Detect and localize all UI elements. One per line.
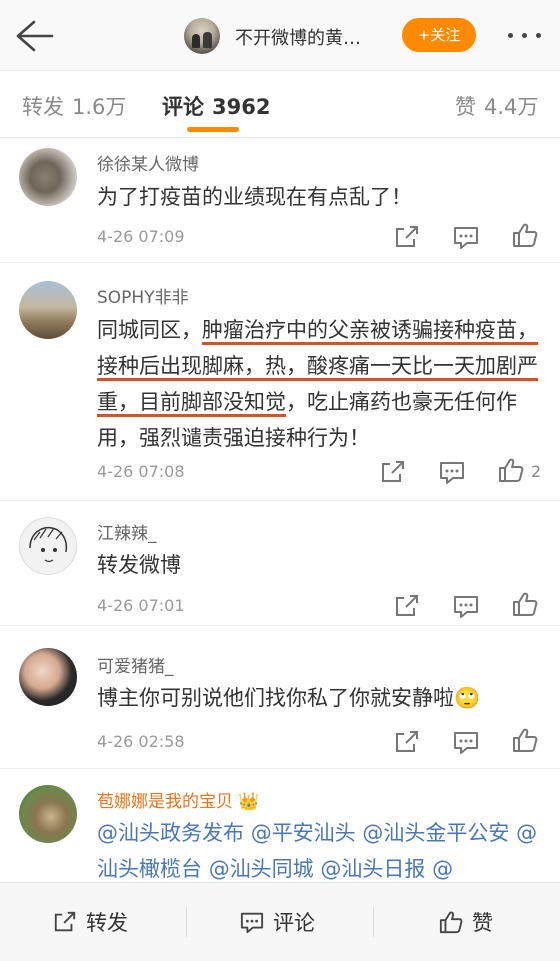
comment-username[interactable]: 江辣辣_ bbox=[97, 519, 157, 544]
share-icon[interactable] bbox=[393, 593, 421, 619]
comment-label: 评论 bbox=[273, 911, 315, 935]
comment-text-part: 同城同区， bbox=[97, 318, 202, 342]
comment-item: 江辣辣_ 转发微博 4-26 07:01 bbox=[0, 501, 560, 626]
tab-likes[interactable]: 赞 4.4万 bbox=[455, 91, 538, 121]
tab-bar: 转发 1.6万 评论 3962 赞 4.4万 bbox=[0, 71, 560, 138]
comment-time: 4-26 07:08 bbox=[97, 462, 185, 481]
comment-time: 4-26 07:09 bbox=[97, 227, 185, 246]
comment-button[interactable]: 评论 bbox=[239, 907, 315, 937]
tab-label: 赞 bbox=[455, 95, 476, 119]
comment-item: 苞娜娜是我的宝贝 👑 @汕头政务发布 @平安汕头 @汕头金平公安 @汕头橄榄台 … bbox=[0, 769, 560, 882]
comment-text-part: 博主你可别说他们找你私了你就安静啦 bbox=[97, 686, 454, 710]
active-tab-indicator bbox=[187, 127, 239, 132]
share-icon[interactable] bbox=[379, 459, 407, 485]
mention-link[interactable]: @汕头政务发布 bbox=[97, 821, 244, 845]
user-avatar[interactable] bbox=[19, 785, 77, 843]
repost-button[interactable]: 转发 bbox=[52, 907, 128, 937]
crown-icon: 👑 bbox=[238, 792, 260, 812]
mention-link[interactable]: @ bbox=[432, 857, 453, 881]
comment-username[interactable]: 可爱猪猪_ bbox=[97, 652, 174, 677]
mention-link[interactable]: @平安汕头 bbox=[251, 821, 356, 845]
tab-count: 4.4万 bbox=[484, 95, 539, 119]
mention-link[interactable]: @汕头日报 bbox=[320, 857, 425, 881]
tab-comments[interactable]: 评论 3962 bbox=[162, 91, 270, 121]
like-count: 2 bbox=[531, 462, 542, 481]
tab-count: 3962 bbox=[212, 95, 271, 119]
user-avatar[interactable] bbox=[19, 517, 77, 575]
user-avatar[interactable] bbox=[19, 281, 77, 339]
comment-time: 4-26 07:01 bbox=[97, 596, 185, 615]
thumbs-up-icon bbox=[439, 911, 463, 934]
back-arrow-icon[interactable] bbox=[12, 18, 56, 54]
like-icon[interactable] bbox=[497, 457, 525, 483]
reply-icon[interactable] bbox=[438, 459, 466, 485]
share-icon[interactable] bbox=[393, 729, 421, 755]
author-avatar[interactable] bbox=[184, 18, 220, 54]
divider bbox=[373, 907, 374, 937]
comment-text: 同城同区，肿瘤治疗中的父亲被诱骗接种疫苗，接种后出现脚麻，热，酸疼痛一天比一天加… bbox=[97, 312, 542, 456]
comment-username[interactable]: SOPHY非非 bbox=[97, 283, 189, 308]
like-label: 赞 bbox=[472, 911, 493, 935]
comment-item: SOPHY非非 同城同区，肿瘤治疗中的父亲被诱骗接种疫苗，接种后出现脚麻，热，酸… bbox=[0, 263, 560, 501]
reply-icon[interactable] bbox=[452, 593, 480, 619]
tab-label: 评论 bbox=[162, 95, 204, 119]
comment-text: 转发微博 bbox=[97, 553, 181, 577]
tab-count: 1.6万 bbox=[72, 95, 127, 119]
comment-time: 4-26 02:58 bbox=[97, 732, 185, 751]
user-avatar[interactable] bbox=[19, 148, 77, 206]
like-icon[interactable] bbox=[511, 727, 539, 753]
comment-text: 为了打疫苗的业绩现在有点乱了！ bbox=[97, 185, 412, 209]
comment-icon bbox=[240, 912, 264, 934]
page-title: 不开微博的黄… bbox=[235, 28, 361, 49]
mention-link[interactable]: @汕头同城 bbox=[209, 857, 314, 881]
repost-label: 转发 bbox=[86, 911, 128, 935]
comment-username[interactable]: 徐徐某人微博 bbox=[97, 150, 199, 175]
comment-text: 博主你可别说他们找你私了你就安静啦🙄 bbox=[97, 680, 542, 716]
sketch-portrait-icon bbox=[29, 526, 68, 563]
follow-button[interactable]: +关注 bbox=[402, 18, 476, 52]
bottom-action-bar: 转发 评论 赞 bbox=[0, 882, 560, 961]
comment-item: 徐徐某人微博 为了打疫苗的业绩现在有点乱了！ 4-26 07:09 bbox=[0, 138, 560, 263]
mention-link[interactable]: @汕头金平公安 bbox=[362, 821, 509, 845]
username-text: 苞娜娜是我的宝贝 bbox=[97, 792, 233, 812]
divider bbox=[186, 907, 187, 937]
comment-username[interactable]: 苞娜娜是我的宝贝 👑 bbox=[97, 787, 260, 812]
like-icon[interactable] bbox=[511, 222, 539, 248]
comment-item: 可爱猪猪_ 博主你可别说他们找你私了你就安静啦🙄 4-26 02:58 bbox=[0, 626, 560, 769]
tab-reposts[interactable]: 转发 1.6万 bbox=[22, 91, 126, 121]
eye-roll-emoji: 🙄 bbox=[454, 686, 481, 710]
tab-label: 转发 bbox=[22, 95, 64, 119]
repost-icon bbox=[54, 911, 76, 932]
like-button[interactable]: 赞 bbox=[438, 907, 493, 937]
top-bar: 不开微博的黄… +关注 bbox=[0, 0, 560, 71]
reply-icon[interactable] bbox=[452, 224, 480, 250]
comment-text: @汕头政务发布 @平安汕头 @汕头金平公安 @汕头橄榄台 @汕头同城 @汕头日报… bbox=[97, 815, 547, 887]
user-avatar[interactable] bbox=[19, 648, 77, 706]
reply-icon[interactable] bbox=[452, 729, 480, 755]
share-icon[interactable] bbox=[393, 224, 421, 250]
like-icon[interactable] bbox=[511, 591, 539, 617]
more-options-icon[interactable] bbox=[505, 24, 545, 46]
